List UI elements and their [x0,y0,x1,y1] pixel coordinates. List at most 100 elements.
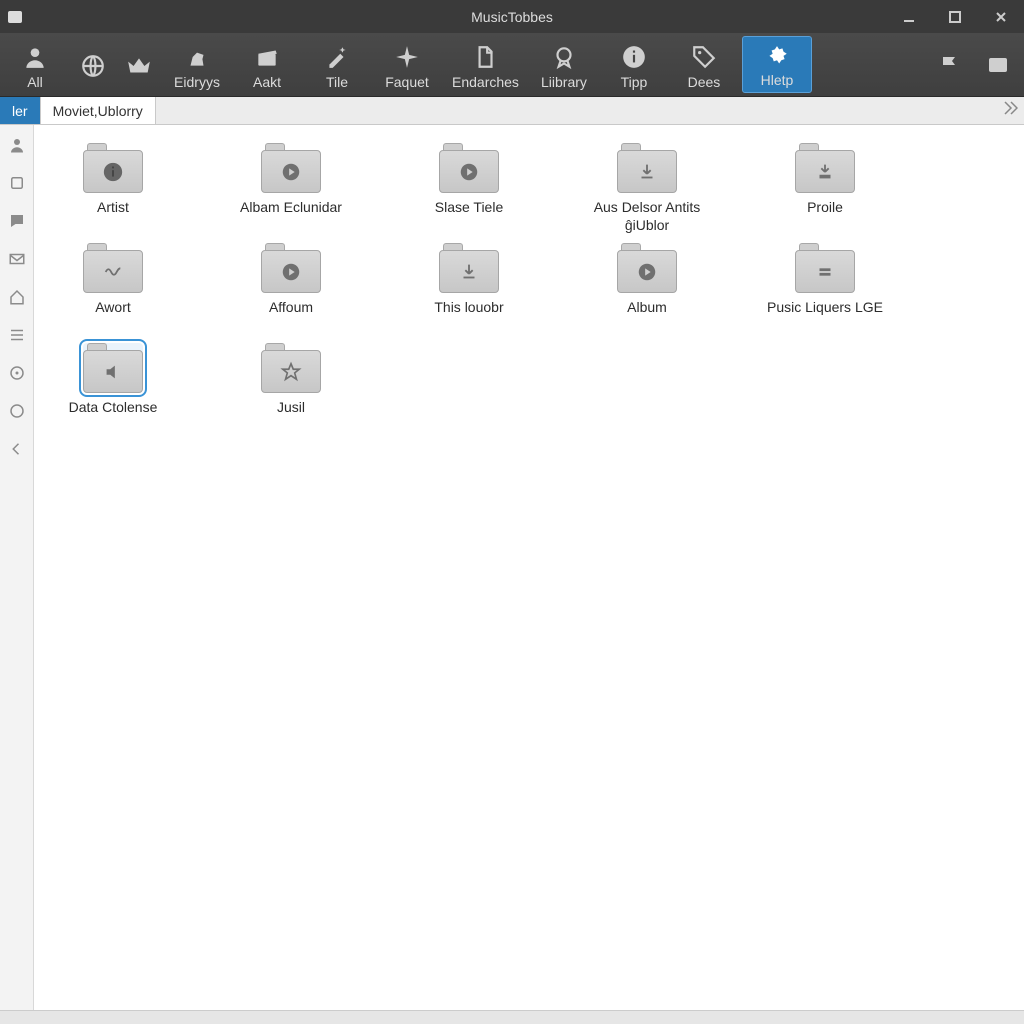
folder-label: Awort [95,299,131,317]
folder-label: Proile [807,199,843,217]
tab-overflow-icon[interactable] [1004,101,1018,115]
folder-icon [83,143,143,193]
tab-0[interactable]: ler [0,97,41,124]
window-controls [894,0,1024,33]
status-bar [0,1010,1024,1024]
folder-icon [261,143,321,193]
home-icon[interactable] [7,287,27,307]
folder-label: Albam Eclunidar [240,199,342,217]
folder-icon [83,243,143,293]
main-toolbar: All Eidryys Aakt TileFaquet Endarches Liibrar… [0,33,1024,97]
folder-item[interactable]: Album [588,239,706,339]
info-icon [621,42,647,72]
toolbar-item-2[interactable] [116,33,162,96]
panel-icon[interactable] [980,47,1016,83]
gear-icon [764,43,790,70]
toolbar-eidryys[interactable]: Eidryys [162,33,232,96]
app-menu-icon[interactable] [0,0,30,33]
close-button[interactable] [986,0,1016,33]
toolbar-tipp[interactable]: Tipp [599,33,669,96]
folder-item[interactable]: Awort [54,239,172,339]
folder-label: Pusic Liquers LGE [767,299,883,317]
toolbar-label: Hletp [761,72,794,88]
square-icon[interactable] [7,173,27,193]
horse-icon [184,42,210,72]
folder-item[interactable]: Pusic Liquers LGE [766,239,884,339]
folder-item[interactable]: Aus Delsor Antits ĝiUblor [588,139,706,239]
folder-icon [83,343,143,393]
pencil-star-icon [324,42,350,72]
toolbar-tile[interactable]: Tile [302,33,372,96]
toolbar-item-1[interactable] [70,33,116,96]
info-icon [102,161,124,183]
toolbar-label: Dees [688,74,721,90]
folder-label: Artist [97,199,129,217]
toolbar-hletp[interactable]: Hletp [742,36,812,93]
folder-item[interactable]: Slase Tiele [410,139,528,239]
toolbar-faquet[interactable]: Faquet [372,33,442,96]
folder-icon [617,143,677,193]
chat-icon[interactable] [7,211,27,231]
disc-icon[interactable] [7,363,27,383]
globe-icon [80,51,106,81]
person-icon [22,42,48,72]
equals-icon [814,261,836,283]
toolbar-dees[interactable]: Dees [669,33,739,96]
toolbar-label: Endarches [452,74,519,90]
flag-icon[interactable] [932,47,968,83]
tab-1[interactable]: Moviet,Ublorry [41,97,156,124]
titlebar: MusicTobbes [0,0,1024,33]
star-icon [280,361,302,383]
folder-item[interactable]: Data Ctolense [54,339,172,439]
folder-item[interactable]: Proile [766,139,884,239]
folder-label: Slase Tiele [435,199,503,217]
folder-item[interactable]: Jusil [232,339,350,439]
folder-label: Affoum [269,299,313,317]
folder-icon [261,243,321,293]
back-icon[interactable] [7,439,27,459]
download-icon [636,161,658,183]
clapper-icon [254,42,280,72]
folder-icon [617,243,677,293]
left-sidebar [0,125,34,1010]
play-icon [458,161,480,183]
folder-item[interactable]: This louobr [410,239,528,339]
folder-label: Aus Delsor Antits ĝiUblor [588,199,706,234]
speaker-icon [102,361,124,383]
folder-label: Jusil [277,399,305,417]
folder-icon [439,243,499,293]
toolbar-all[interactable]: All [0,33,70,96]
crown-icon [126,51,152,81]
folder-item[interactable]: Affoum [232,239,350,339]
play-icon [280,261,302,283]
download-icon [458,261,480,283]
tag-icon [691,42,717,72]
maximize-button[interactable] [940,0,970,33]
play-icon [636,261,658,283]
folder-item[interactable]: Albam Eclunidar [232,139,350,239]
toolbar-label: Liibrary [541,74,587,90]
download-bar-icon [814,161,836,183]
toolbar-aakt[interactable]: Aakt [232,33,302,96]
toolbar-label: Aakt [253,74,281,90]
folder-grid-area[interactable]: Artist Albam Eclunidar Slase Tiele Aus D… [34,125,1024,1010]
folder-label: Album [627,299,667,317]
toolbar-liibrary[interactable]: Liibrary [529,33,599,96]
star4-icon [394,42,420,72]
minimize-button[interactable] [894,0,924,33]
tab-bar: lerMoviet,Ublorry [0,97,1024,125]
folder-icon [795,143,855,193]
toolbar-endarches[interactable]: Endarches [442,33,529,96]
folder-icon [261,343,321,393]
globe2-icon[interactable] [7,401,27,421]
folder-label: Data Ctolense [69,399,158,417]
toolbar-label: Eidryys [174,74,220,90]
doc-icon [472,42,498,72]
folder-icon [439,143,499,193]
list-icon[interactable] [7,325,27,345]
mail-icon[interactable] [7,249,27,269]
person-icon[interactable] [7,135,27,155]
folder-item[interactable]: Artist [54,139,172,239]
toolbar-label: Tipp [621,74,648,90]
folder-grid: Artist Albam Eclunidar Slase Tiele Aus D… [54,139,1024,439]
